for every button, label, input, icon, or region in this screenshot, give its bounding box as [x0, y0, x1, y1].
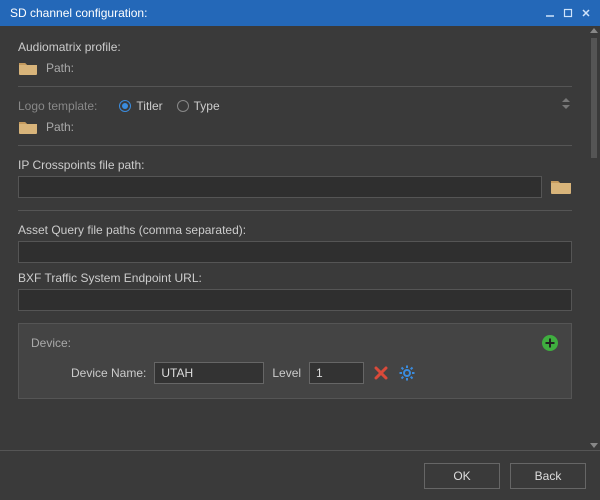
asset-query-label: Asset Query file paths (comma separated)… — [18, 223, 572, 237]
folder-icon — [18, 60, 38, 76]
audiomatrix-label: Audiomatrix profile: — [18, 40, 572, 54]
device-settings-button[interactable] — [398, 364, 416, 382]
footer: OK Back — [0, 450, 600, 500]
device-panel-label: Device: — [31, 336, 541, 350]
chevron-up-icon — [562, 98, 570, 102]
radio-titler[interactable]: Titler — [119, 99, 162, 113]
logo-path-label: Path: — [46, 120, 74, 134]
radio-type[interactable]: Type — [177, 99, 220, 113]
ip-crosspoints-label: IP Crosspoints file path: — [18, 158, 572, 172]
audiomatrix-stepper[interactable] — [562, 98, 572, 109]
audiomatrix-path-label: Path: — [46, 61, 74, 75]
device-name-label: Device Name: — [71, 366, 146, 380]
radio-type-label: Type — [194, 99, 220, 113]
window-title: SD channel configuration: — [10, 6, 540, 20]
divider — [18, 210, 572, 211]
divider — [18, 86, 572, 87]
logo-template-row: Logo template: Titler Type — [18, 99, 572, 113]
content-area: Audiomatrix profile: Path: Logo template… — [0, 26, 590, 450]
minimize-button[interactable] — [542, 6, 558, 20]
device-panel: Device: Device Name: Level — [18, 323, 572, 399]
ok-button[interactable]: OK — [424, 463, 500, 489]
asset-query-input[interactable] — [18, 241, 572, 263]
chevron-down-icon — [562, 105, 570, 109]
bxf-label: BXF Traffic System Endpoint URL: — [18, 271, 572, 285]
scroll-up-icon — [590, 28, 598, 33]
device-level-label: Level — [272, 366, 301, 380]
device-name-input[interactable] — [154, 362, 264, 384]
divider — [18, 145, 572, 146]
radio-titler-label: Titler — [136, 99, 162, 113]
title-bar: SD channel configuration: — [0, 0, 600, 26]
radio-icon — [119, 100, 131, 112]
logo-path-row[interactable]: Path: — [18, 119, 572, 135]
browse-button[interactable] — [550, 178, 572, 196]
bxf-input[interactable] — [18, 289, 572, 311]
back-button[interactable]: Back — [510, 463, 586, 489]
audiomatrix-path-row[interactable]: Path: — [18, 60, 572, 76]
vertical-scrollbar[interactable] — [590, 28, 598, 448]
add-device-button[interactable] — [541, 334, 559, 352]
maximize-button[interactable] — [560, 6, 576, 20]
ip-crosspoints-input[interactable] — [18, 176, 542, 198]
delete-device-button[interactable] — [372, 364, 390, 382]
logo-template-label: Logo template: — [18, 99, 97, 113]
device-row: Device Name: Level — [31, 362, 559, 384]
device-level-input[interactable] — [309, 362, 364, 384]
folder-icon — [18, 119, 38, 135]
scroll-thumb[interactable] — [591, 38, 597, 158]
scroll-down-icon — [590, 443, 598, 448]
close-button[interactable] — [578, 6, 594, 20]
radio-icon — [177, 100, 189, 112]
